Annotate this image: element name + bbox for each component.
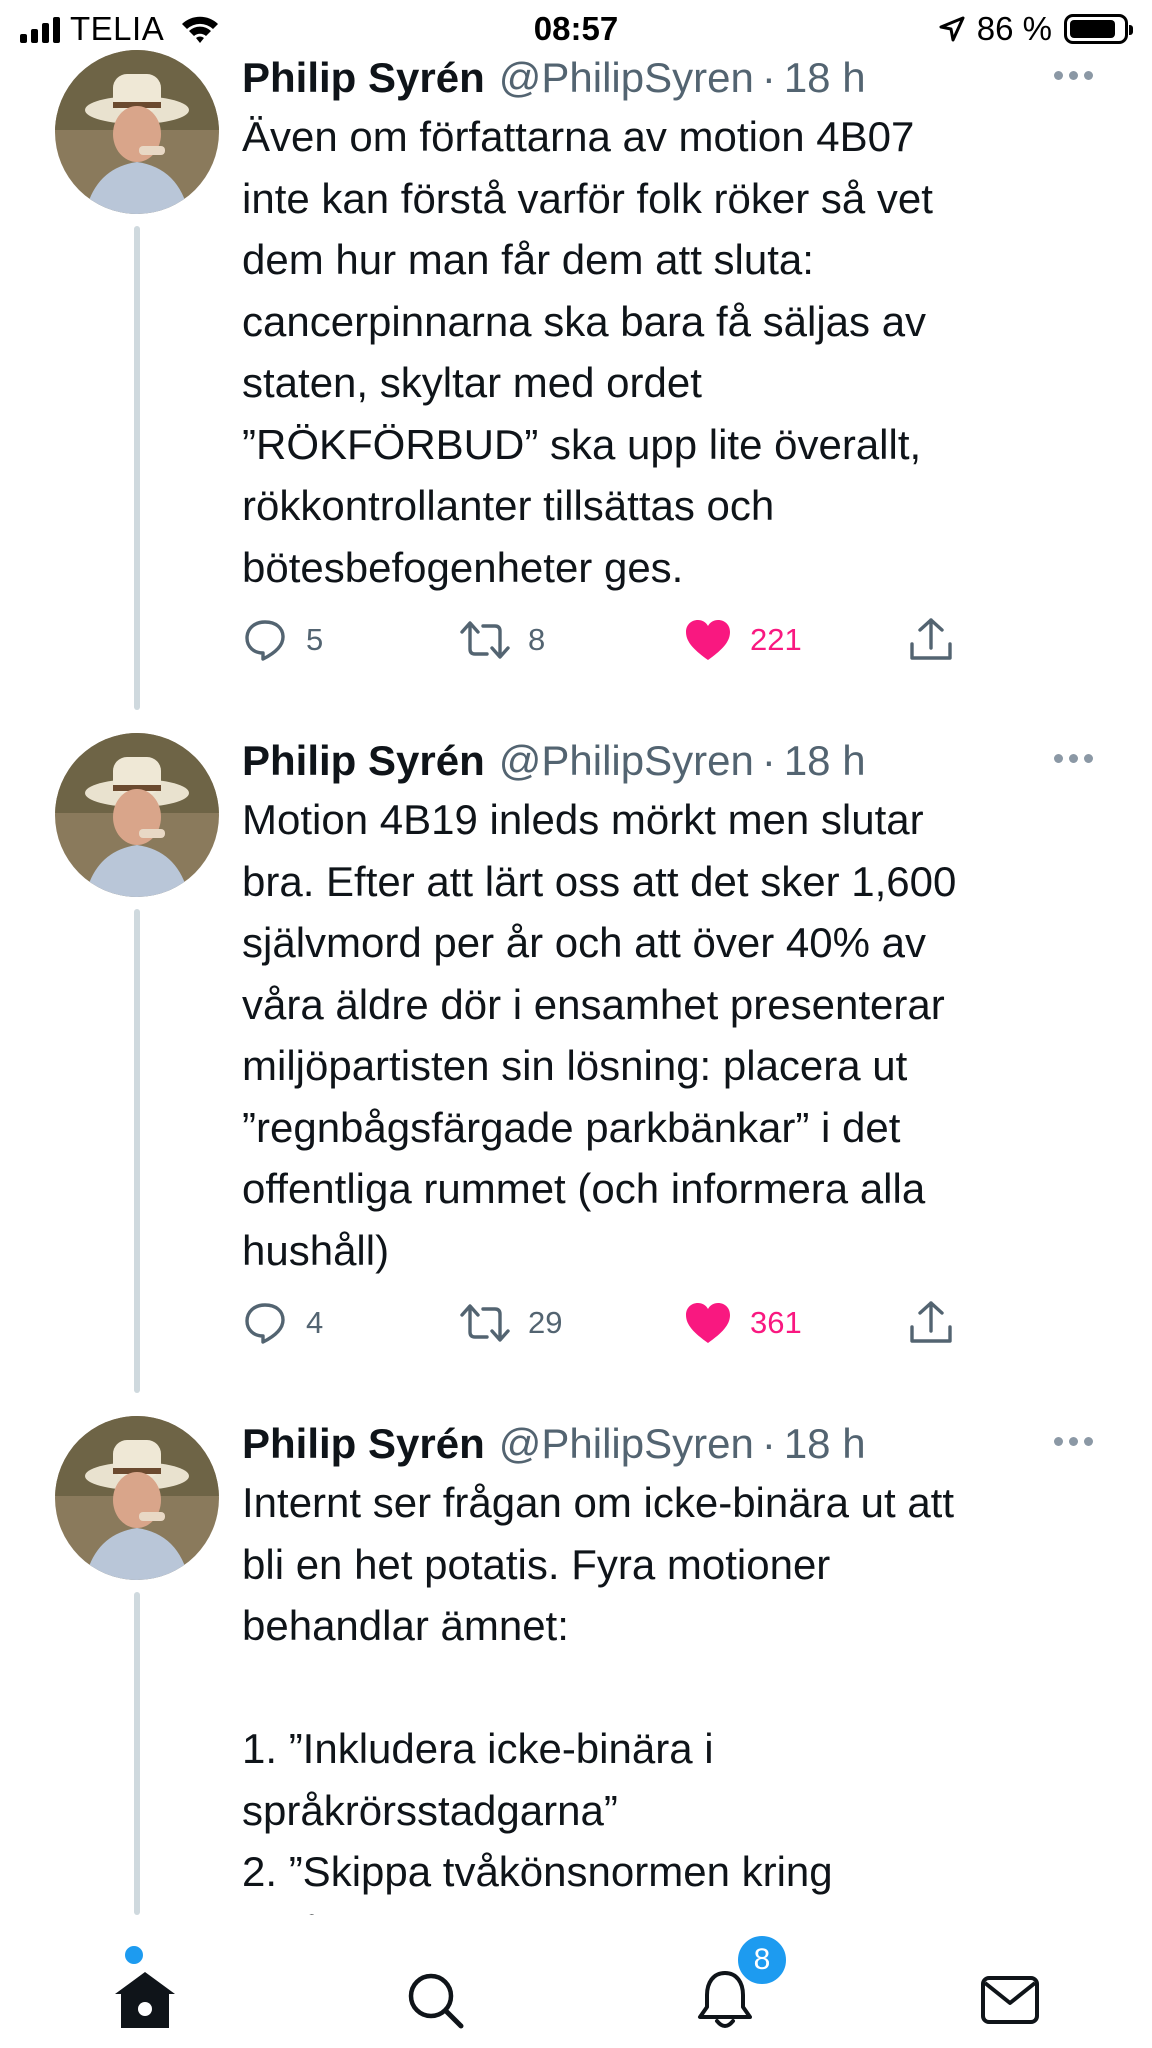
heart-icon bbox=[686, 620, 730, 660]
share-button[interactable] bbox=[907, 1293, 955, 1353]
like-button[interactable]: 221 bbox=[684, 610, 802, 670]
more-options-icon[interactable] bbox=[1054, 1426, 1098, 1456]
reply-count: 4 bbox=[306, 1305, 324, 1340]
thread-line bbox=[134, 909, 140, 1393]
author-name[interactable]: Philip Syrén bbox=[242, 1420, 485, 1468]
tweet-time[interactable]: 18 h bbox=[784, 1420, 866, 1468]
messages-icon bbox=[981, 1976, 1039, 2024]
heart-icon bbox=[686, 1303, 730, 1343]
retweet-icon bbox=[460, 621, 510, 659]
retweet-icon bbox=[460, 1304, 510, 1342]
tweet-text: Internt ser frågan om icke-binära ut att… bbox=[242, 1479, 955, 1915]
share-button[interactable] bbox=[907, 610, 955, 670]
author-name[interactable]: Philip Syrén bbox=[242, 54, 485, 102]
thread-line bbox=[134, 226, 140, 710]
tweet[interactable]: Philip Syrén @PhilipSyren · 18 h Även om… bbox=[0, 50, 1152, 710]
separator: · bbox=[761, 737, 776, 784]
new-content-dot bbox=[122, 1943, 146, 1967]
reply-button[interactable]: 5 bbox=[242, 610, 323, 670]
tweet[interactable]: Philip Syrén @PhilipSyren · 18 h Internt… bbox=[0, 1416, 1152, 1915]
like-count: 221 bbox=[750, 622, 802, 657]
home-icon bbox=[115, 1972, 175, 2028]
battery-icon bbox=[1064, 14, 1133, 44]
retweet-button[interactable]: 8 bbox=[460, 610, 545, 670]
more-options-icon[interactable] bbox=[1054, 743, 1098, 773]
reply-count: 5 bbox=[306, 622, 324, 657]
author-handle[interactable]: @PhilipSyren bbox=[499, 1420, 754, 1468]
location-arrow-icon bbox=[939, 16, 965, 42]
separator: · bbox=[761, 54, 776, 101]
avatar[interactable] bbox=[55, 50, 219, 214]
retweet-button[interactable]: 29 bbox=[460, 1293, 562, 1353]
retweet-count: 8 bbox=[528, 622, 546, 657]
thread-line bbox=[134, 1592, 140, 1915]
reply-icon bbox=[245, 1303, 285, 1344]
reply-icon bbox=[245, 620, 285, 661]
avatar[interactable] bbox=[55, 733, 219, 897]
share-icon bbox=[910, 618, 952, 660]
like-button[interactable]: 361 bbox=[684, 1293, 802, 1353]
bottom-nav: 8 bbox=[0, 1915, 1152, 2048]
battery-percentage: 86 % bbox=[976, 10, 1052, 47]
nav-home[interactable] bbox=[100, 1955, 190, 2045]
like-count: 361 bbox=[750, 1305, 802, 1340]
tweet-text: Även om författarna av motion 4B07 inte … bbox=[242, 113, 933, 591]
search-icon bbox=[408, 1973, 464, 2029]
status-bar: TELIA 08:57 86 % bbox=[0, 0, 1152, 56]
separator: · bbox=[761, 1420, 776, 1467]
notification-badge: 8 bbox=[735, 1933, 789, 1987]
tweet-time[interactable]: 18 h bbox=[784, 54, 866, 102]
tweet[interactable]: Philip Syrén @PhilipSyren · 18 h Motion … bbox=[0, 733, 1152, 1393]
tweet-text: Motion 4B19 inleds mörkt men slutar bra.… bbox=[242, 796, 957, 1274]
nav-messages[interactable] bbox=[965, 1955, 1055, 2045]
reply-button[interactable]: 4 bbox=[242, 1293, 323, 1353]
tweet-actions: 5 8 221 bbox=[242, 610, 1002, 670]
more-options-icon[interactable] bbox=[1054, 60, 1098, 90]
author-name[interactable]: Philip Syrén bbox=[242, 737, 485, 785]
tweet-actions: 4 29 361 bbox=[242, 1293, 1002, 1353]
tweet-time[interactable]: 18 h bbox=[784, 737, 866, 785]
author-handle[interactable]: @PhilipSyren bbox=[499, 54, 754, 102]
share-icon bbox=[910, 1301, 952, 1343]
author-handle[interactable]: @PhilipSyren bbox=[499, 737, 754, 785]
avatar[interactable] bbox=[55, 1416, 219, 1580]
nav-search[interactable] bbox=[390, 1955, 480, 2045]
retweet-count: 29 bbox=[528, 1305, 563, 1340]
